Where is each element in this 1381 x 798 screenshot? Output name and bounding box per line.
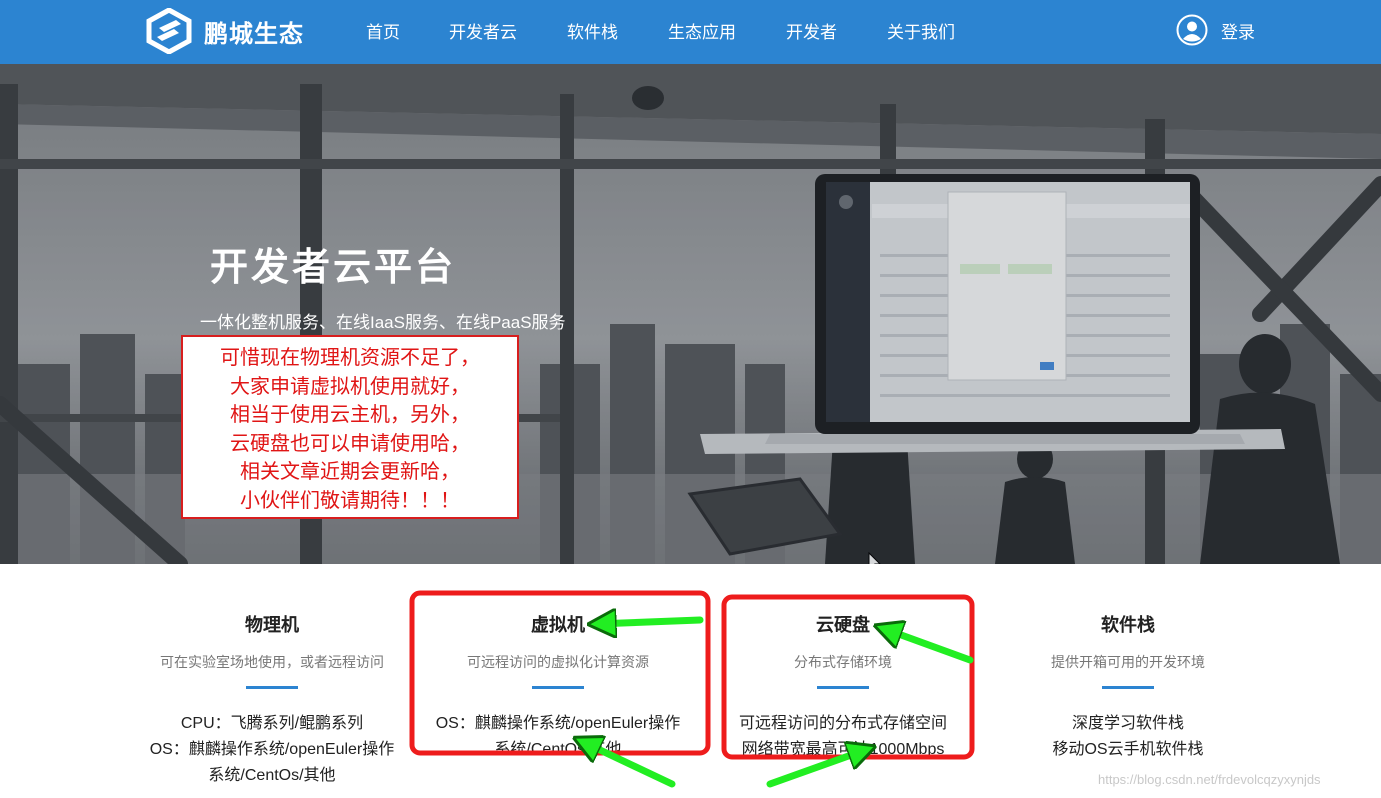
annotation-line: 云硬盘也可以申请使用哈， xyxy=(230,430,470,455)
nav-about-us[interactable]: 关于我们 xyxy=(887,18,955,43)
nav-home[interactable]: 首页 xyxy=(366,18,400,43)
feature-subtitle: 可在实验室场地使用，或者远程访问 xyxy=(160,654,384,670)
hero-title: 开发者云平台 xyxy=(210,247,457,289)
user-avatar-icon[interactable] xyxy=(1176,14,1208,46)
feature-subtitle: 分布式存储环境 xyxy=(794,654,892,670)
brand-name[interactable]: 鹏城生态 xyxy=(204,14,304,49)
nav-software-stack[interactable]: 软件栈 xyxy=(567,18,618,43)
annotation-line: 相关文章近期会更新哈， xyxy=(240,459,460,483)
feature-title: 软件栈 xyxy=(1101,615,1155,635)
feature-line: CPU：飞腾系列/鲲鹏系列 xyxy=(180,715,364,732)
feature-line: OS：麒麟操作系统/openEuler操作 xyxy=(149,741,395,758)
feature-cloud-disk[interactable]: 云硬盘 分布式存储环境 可远程访问的分布式存储空间 网络带宽最高可达1000Mb… xyxy=(693,612,993,763)
feature-divider xyxy=(1102,686,1154,689)
feature-title: 虚拟机 xyxy=(531,615,585,635)
feature-line: 网络带宽最高可达1000Mbps xyxy=(741,741,945,758)
pengcheng-logo-icon[interactable] xyxy=(146,8,192,54)
feature-divider xyxy=(532,686,584,689)
feature-software-stack[interactable]: 软件栈 提供开箱可用的开发环境 深度学习软件栈 移动OS云手机软件栈 xyxy=(978,612,1278,763)
feature-line: 系统/CentOs/其他 xyxy=(208,767,336,784)
feature-title: 物理机 xyxy=(245,615,299,635)
feature-title: 云硬盘 xyxy=(816,615,870,635)
login-link[interactable]: 登录 xyxy=(1221,18,1255,43)
nav-ecosystem-apps[interactable]: 生态应用 xyxy=(668,18,736,43)
feature-divider xyxy=(246,686,298,689)
hero-subtitle: 一体化整机服务、在线IaaS服务、在线PaaS服务 xyxy=(200,313,566,332)
feature-line: 深度学习软件栈 xyxy=(1071,715,1184,732)
annotation-line: 可惜现在物理机资源不足了， xyxy=(220,345,480,369)
feature-line: 可远程访问的分布式存储空间 xyxy=(738,715,947,732)
nav-developer-cloud[interactable]: 开发者云 xyxy=(449,18,517,43)
feature-physical-machine[interactable]: 物理机 可在实验室场地使用，或者远程访问 CPU：飞腾系列/鲲鹏系列 OS：麒麟… xyxy=(122,612,422,789)
feature-line: 移动OS云手机软件栈 xyxy=(1052,741,1204,758)
feature-divider xyxy=(817,686,869,689)
feature-virtual-machine[interactable]: 虚拟机 可远程访问的虚拟化计算资源 OS：麒麟操作系统/openEuler操作 … xyxy=(408,612,708,763)
annotation-line: 相当于使用云主机，另外， xyxy=(230,402,470,426)
feature-subtitle: 可远程访问的虚拟化计算资源 xyxy=(467,654,649,670)
feature-subtitle: 提供开箱可用的开发环境 xyxy=(1051,654,1205,670)
annotation-note-box: 可惜现在物理机资源不足了， 大家申请虚拟机使用就好， 相当于使用云主机，另外， … xyxy=(181,335,519,519)
feature-line: 系统/CentOs/其他 xyxy=(494,741,622,758)
top-navbar: 鹏城生态 首页 开发者云 软件栈 生态应用 开发者 关于我们 登录 xyxy=(0,0,1381,64)
annotation-line: 小伙伴们敬请期待！！！ xyxy=(240,487,460,512)
feature-line: OS：麒麟操作系统/openEuler操作 xyxy=(435,715,681,732)
blog-watermark: https://blog.csdn.net/frdevolcqzyxynjds xyxy=(1098,772,1321,787)
annotation-line: 大家申请虚拟机使用就好， xyxy=(230,373,470,398)
nav-developers[interactable]: 开发者 xyxy=(786,18,837,43)
